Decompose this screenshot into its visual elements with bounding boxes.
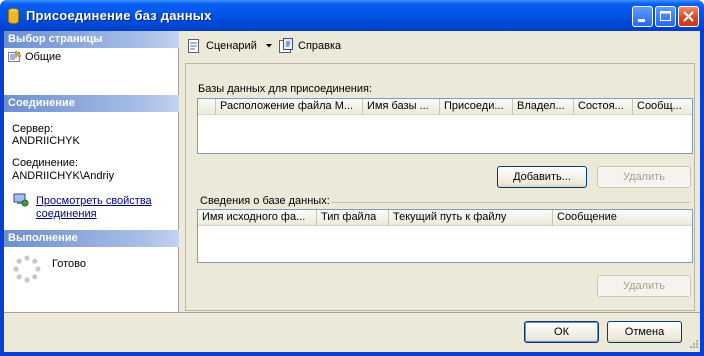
status-text: Готово (52, 258, 86, 270)
databases-grid-header: Расположение файла М... Имя базы ... При… (198, 99, 692, 115)
properties-page-icon (8, 50, 22, 62)
close-button[interactable] (678, 6, 699, 27)
details-col-source-file[interactable]: Имя исходного фа... (198, 210, 317, 226)
ok-button[interactable]: ОК (524, 321, 599, 343)
progress-spinner-icon (13, 255, 41, 283)
connection-label: Соединение: (12, 157, 79, 169)
databases-col-owner[interactable]: Владел... (513, 99, 574, 115)
dialog-footer: ОК Отмена (4, 312, 700, 352)
details-label: Сведения о базе данных: (200, 195, 330, 207)
databases-col-file-location[interactable]: Расположение файла М... (216, 99, 363, 115)
help-label: Справка (298, 40, 342, 52)
details-col-file-type[interactable]: Тип файла (317, 210, 389, 226)
maximize-icon (660, 11, 671, 21)
window-title: Присоединение баз данных (26, 8, 212, 23)
details-separator (331, 202, 691, 203)
connection-header: Соединение (4, 95, 179, 112)
close-icon (683, 11, 694, 22)
help-button[interactable]: Справка (278, 38, 341, 54)
left-pane: Выбор страницы Общие Соединение Сервер: … (4, 31, 179, 312)
view-connection-properties-link[interactable]: Просмотреть свойства (36, 195, 152, 207)
select-page-header: Выбор страницы (4, 31, 179, 48)
attach-databases-window: Присоединение баз данных Выбор страницы … (0, 0, 704, 356)
server-label: Сервер: (12, 123, 54, 135)
details-col-current-path[interactable]: Текущий путь к файлу (389, 210, 553, 226)
connection-value: ANDRIICHYK\Andriy (12, 170, 115, 182)
database-icon (8, 8, 19, 24)
dialog-client-area: Выбор страницы Общие Соединение Сервер: … (4, 31, 700, 352)
dropdown-arrow-icon (265, 44, 272, 48)
script-icon (188, 39, 199, 53)
right-pane: Сценарий Справка Базы данных для присоед… (180, 31, 700, 312)
databases-label: Базы данных для присоединения: (198, 83, 373, 95)
script-label: Сценарий (206, 40, 257, 52)
add-button[interactable]: Добавить... (497, 166, 587, 188)
page-general-label: Общие (25, 50, 62, 63)
databases-col-status[interactable]: Состоя... (574, 99, 633, 115)
server-value: ANDRIICHYK (12, 135, 80, 147)
help-icon (279, 38, 293, 53)
details-col-message[interactable]: Сообщение (553, 210, 692, 226)
databases-col-attach-as[interactable]: Присоеди... (440, 99, 513, 115)
databases-grid[interactable]: Расположение файла М... Имя базы ... При… (197, 98, 693, 154)
title-bar[interactable]: Присоединение баз данных (0, 0, 704, 32)
view-connection-properties-link-line2[interactable]: соединения (36, 208, 97, 220)
maximize-button[interactable] (655, 6, 676, 27)
toolbar: Сценарий Справка (180, 31, 700, 61)
databases-col-0[interactable] (198, 99, 216, 115)
connection-properties-icon (13, 193, 29, 207)
remove-database-button[interactable]: Удалить (597, 166, 691, 188)
details-grid[interactable]: Имя исходного фа... Тип файла Текущий пу… (197, 209, 693, 263)
remove-details-button[interactable]: Удалить (597, 275, 691, 297)
resize-grip-icon[interactable] (687, 339, 699, 351)
script-button[interactable]: Сценарий (186, 38, 274, 54)
progress-header: Выполнение (4, 230, 179, 247)
cancel-button[interactable]: Отмена (607, 321, 682, 343)
main-panel: Базы данных для присоединения: Расположе… (185, 63, 695, 311)
minimize-icon (638, 19, 645, 22)
minimize-button[interactable] (632, 6, 653, 27)
details-grid-header: Имя исходного фа... Тип файла Текущий пу… (198, 210, 692, 226)
databases-col-message[interactable]: Сообщ... (633, 99, 692, 115)
page-general-item[interactable]: Общие (8, 50, 61, 63)
databases-col-db-name[interactable]: Имя базы ... (363, 99, 440, 115)
